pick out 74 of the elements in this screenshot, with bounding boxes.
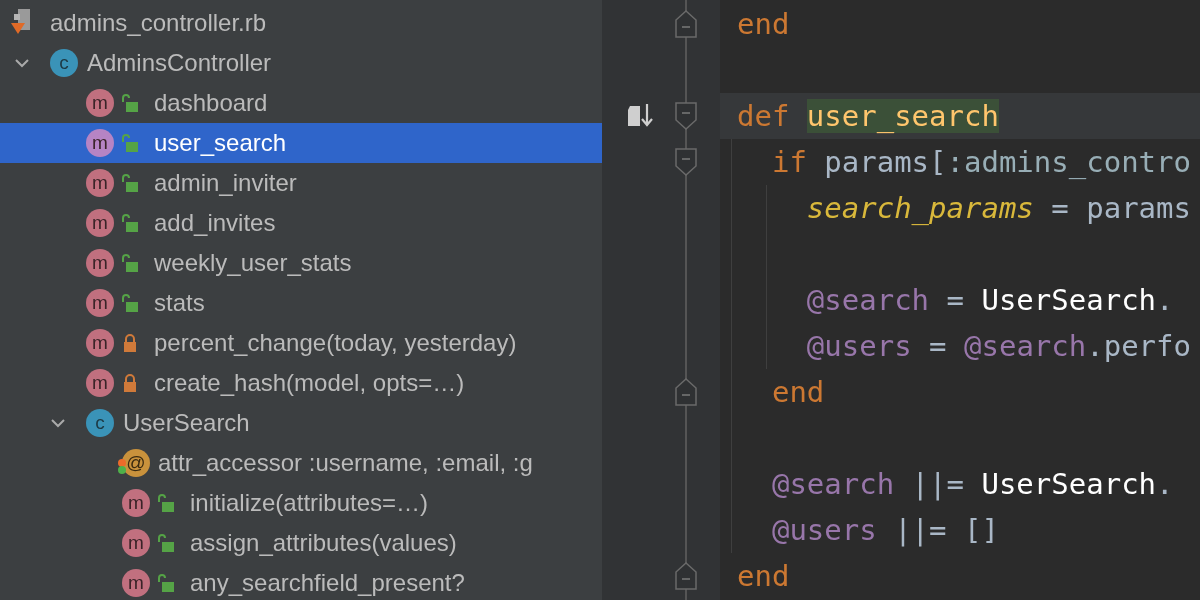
method-name: add_invites bbox=[154, 209, 276, 237]
code-token: = bbox=[946, 283, 965, 317]
tree-item[interactable]: m stats bbox=[0, 283, 602, 323]
code-token: @search bbox=[964, 329, 1087, 363]
tree-item[interactable]: m create_hash(model, opts=…) bbox=[0, 363, 602, 403]
tree-item[interactable]: m dashboard bbox=[0, 83, 602, 123]
method-name: any_searchfield_present? bbox=[190, 569, 465, 597]
method-icon: m bbox=[122, 529, 150, 557]
code-token: . bbox=[1156, 467, 1174, 501]
code-token: @users bbox=[806, 329, 912, 363]
method-icon: m bbox=[122, 569, 150, 597]
code-token: end bbox=[771, 375, 825, 409]
tree-item[interactable]: m percent_change(today, yesterday) bbox=[0, 323, 602, 363]
tree-item[interactable]: m assign_attributes(values) bbox=[0, 523, 602, 563]
code-token: = bbox=[929, 329, 948, 363]
code-token: ||= [] bbox=[894, 513, 999, 547]
class-icon: c bbox=[50, 49, 78, 77]
tree-item[interactable]: m initialize(attributes=…) bbox=[0, 483, 602, 523]
method-icon: m bbox=[86, 209, 114, 237]
code-token: end bbox=[737, 7, 790, 41]
method-icon: m bbox=[122, 489, 150, 517]
code-token: def bbox=[737, 99, 791, 133]
method-name: dashboard bbox=[154, 89, 268, 117]
code-token: .perfo bbox=[1086, 329, 1191, 363]
tree-item[interactable]: m admin_inviter bbox=[0, 163, 602, 203]
code-token: if bbox=[771, 145, 808, 179]
class-icon: c bbox=[86, 409, 114, 437]
class-name: UserSearch bbox=[123, 409, 250, 437]
attribute-name: attr_accessor :username, :email, :g bbox=[158, 449, 533, 477]
method-icon: m bbox=[86, 289, 114, 317]
code-token: UserSearch bbox=[981, 283, 1157, 317]
tree-item[interactable]: m weekly_user_stats bbox=[0, 243, 602, 283]
tree-item[interactable]: c UserSearch bbox=[0, 403, 602, 443]
tree-item[interactable]: admins_controller.rb bbox=[0, 3, 602, 43]
method-name: create_hash(model, opts=…) bbox=[154, 369, 465, 397]
chevron-down-icon[interactable] bbox=[14, 57, 30, 69]
code-token: UserSearch bbox=[981, 467, 1157, 501]
tree-item[interactable]: m add_invites bbox=[0, 203, 602, 243]
code-token: ||= bbox=[911, 467, 965, 501]
fold-marker-icon[interactable] bbox=[675, 562, 697, 590]
fold-marker-icon[interactable] bbox=[675, 10, 697, 38]
method-icon: m bbox=[86, 129, 114, 157]
code-token: @search bbox=[771, 467, 895, 501]
fold-marker-icon[interactable] bbox=[675, 102, 697, 130]
tree-item[interactable]: c AdminsController bbox=[0, 43, 602, 83]
code-token: = params bbox=[1051, 191, 1191, 225]
method-name: stats bbox=[154, 289, 205, 317]
method-icon: m bbox=[86, 169, 114, 197]
method-icon: m bbox=[86, 329, 114, 357]
tree-item[interactable]: m user_search bbox=[0, 123, 602, 163]
class-name: AdminsController bbox=[87, 49, 272, 77]
tree-item[interactable]: @ attr_accessor :username, :email, :g bbox=[0, 443, 602, 483]
code-token: user_search bbox=[806, 99, 999, 133]
code-token: . bbox=[1156, 283, 1174, 317]
method-icon: m bbox=[86, 369, 114, 397]
method-name: percent_change(today, yesterday) bbox=[154, 329, 517, 357]
fold-marker-icon[interactable] bbox=[675, 148, 697, 176]
method-icon: m bbox=[86, 249, 114, 277]
code-token: params[ bbox=[824, 145, 947, 179]
code-token: @users bbox=[771, 513, 877, 547]
file-name: admins_controller.rb bbox=[50, 9, 267, 37]
code-token: end bbox=[737, 559, 790, 593]
method-name: user_search bbox=[154, 129, 287, 157]
code-token: search_params bbox=[806, 191, 1034, 225]
code-token: @search bbox=[806, 283, 930, 317]
method-icon: m bbox=[86, 89, 114, 117]
method-name: assign_attributes(values) bbox=[190, 529, 457, 557]
tree-item[interactable]: m any_searchfield_present? bbox=[0, 563, 602, 600]
method-name: initialize(attributes=…) bbox=[190, 489, 429, 517]
code-token: :admins_contro bbox=[946, 145, 1191, 179]
method-name: weekly_user_stats bbox=[154, 249, 352, 277]
chevron-down-icon[interactable] bbox=[50, 417, 66, 429]
fold-marker-icon[interactable] bbox=[675, 378, 697, 406]
method-name: admin_inviter bbox=[154, 169, 297, 197]
